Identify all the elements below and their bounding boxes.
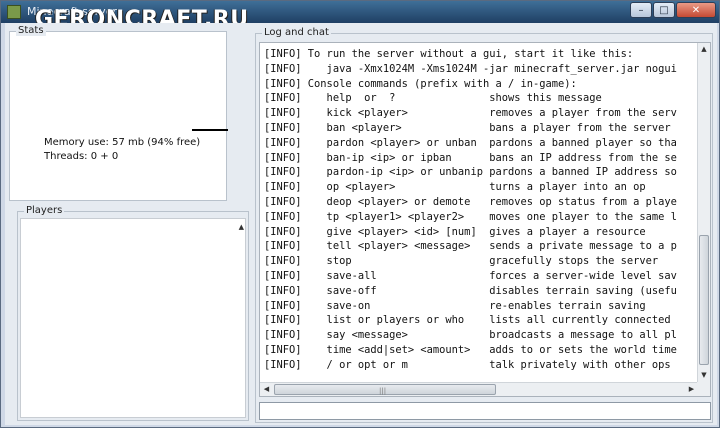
minimize-icon: – bbox=[638, 4, 644, 16]
close-icon: ✕ bbox=[691, 4, 701, 16]
scroll-corner bbox=[697, 382, 710, 396]
log-line: [INFO] To run the server without a gui, … bbox=[264, 48, 634, 60]
horizontal-scroll-thumb[interactable]: ||| bbox=[274, 384, 496, 395]
players-list[interactable]: ▲ bbox=[20, 218, 246, 418]
log-line: [INFO] help or ? shows this message bbox=[264, 92, 602, 105]
log-textarea[interactable]: [INFO] To run the server without a gui, … bbox=[259, 42, 711, 397]
log-line: [INFO] save-off disables terrain saving … bbox=[264, 284, 677, 297]
log-horizontal-scrollbar[interactable]: ◀ ||| ▶ bbox=[260, 382, 698, 396]
log-lines: [INFO] To run the server without a gui, … bbox=[264, 47, 696, 373]
title-bar[interactable]: Minecraft server GERONCRAFT.RU – □ ✕ bbox=[1, 1, 719, 32]
memory-graph bbox=[192, 129, 228, 131]
log-line: [INFO] pardon-ip <ip> or unbanip pardons… bbox=[264, 166, 677, 179]
maximize-button[interactable]: □ bbox=[653, 2, 675, 18]
log-line: [INFO] tp <player1> <player2> moves one … bbox=[264, 210, 677, 223]
log-line: [INFO] ban <player> bans a player from t… bbox=[264, 121, 671, 134]
grip-icon: ||| bbox=[379, 387, 387, 395]
app-icon bbox=[7, 5, 21, 19]
log-line: [INFO] op <player> turns a player into a… bbox=[264, 181, 646, 194]
log-line: [INFO] time <add|set> <amount> adds to o… bbox=[264, 343, 677, 356]
log-line: [INFO] say <message> broadcasts a messag… bbox=[264, 329, 677, 342]
stats-label: Stats bbox=[16, 25, 46, 36]
log-line: [INFO] kick <player> removes a player fr… bbox=[264, 107, 677, 120]
log-line: [INFO] list or players or who lists all … bbox=[264, 314, 671, 327]
log-line: [INFO] Console commands (prefix with a /… bbox=[264, 77, 577, 90]
command-input[interactable] bbox=[259, 402, 711, 420]
log-line: [INFO] tell <player> <message> sends a p… bbox=[264, 240, 677, 253]
log-line: [INFO] deop <player> or demote removes o… bbox=[264, 195, 677, 208]
close-button[interactable]: ✕ bbox=[676, 2, 716, 18]
client-area: Stats Memory use: 57 mb (94% free) Threa… bbox=[5, 23, 717, 425]
players-panel: Players ▲ bbox=[17, 205, 249, 421]
scroll-left-icon[interactable]: ◀ bbox=[260, 383, 273, 396]
log-vertical-scrollbar[interactable]: ▲ ▼ bbox=[697, 43, 710, 382]
scroll-down-icon[interactable]: ▼ bbox=[698, 369, 710, 382]
stats-text: Memory use: 57 mb (94% free) Threads: 0 … bbox=[44, 136, 200, 164]
server-window: Minecraft server GERONCRAFT.RU – □ ✕ Sta… bbox=[0, 0, 720, 428]
log-line: [INFO] ban-ip <ip> or ipban bans an IP a… bbox=[264, 151, 677, 164]
stats-panel: Stats Memory use: 57 mb (94% free) Threa… bbox=[9, 25, 228, 201]
players-scrollbar[interactable]: ▲ bbox=[235, 219, 245, 417]
log-line: [INFO] give <player> <id> [num] gives a … bbox=[264, 225, 646, 238]
scroll-up-icon[interactable]: ▲ bbox=[698, 43, 710, 56]
log-label: Log and chat bbox=[262, 27, 331, 38]
log-line: [INFO] java -Xmx1024M -Xms1024M -jar min… bbox=[264, 62, 677, 75]
thread-count: Threads: 0 + 0 bbox=[44, 151, 119, 162]
minimize-button[interactable]: – bbox=[630, 2, 652, 18]
scroll-up-icon[interactable]: ▲ bbox=[239, 223, 244, 231]
vertical-scroll-thumb[interactable] bbox=[699, 235, 709, 365]
maximize-icon: □ bbox=[659, 4, 669, 16]
players-label: Players bbox=[24, 205, 65, 216]
log-line: [INFO] save-on re-enables terrain saving bbox=[264, 299, 646, 312]
log-line: [INFO] / or opt or m talk privately with… bbox=[264, 358, 671, 371]
log-line: [INFO] stop gracefully stops the server bbox=[264, 255, 659, 268]
log-line: [INFO] pardon <player> or unban pardons … bbox=[264, 136, 677, 149]
memory-usage: Memory use: 57 mb (94% free) bbox=[44, 137, 201, 148]
log-line: [INFO] save-all forces a server-wide lev… bbox=[264, 269, 677, 282]
log-panel: Log and chat [INFO] To run the server wi… bbox=[255, 27, 713, 423]
